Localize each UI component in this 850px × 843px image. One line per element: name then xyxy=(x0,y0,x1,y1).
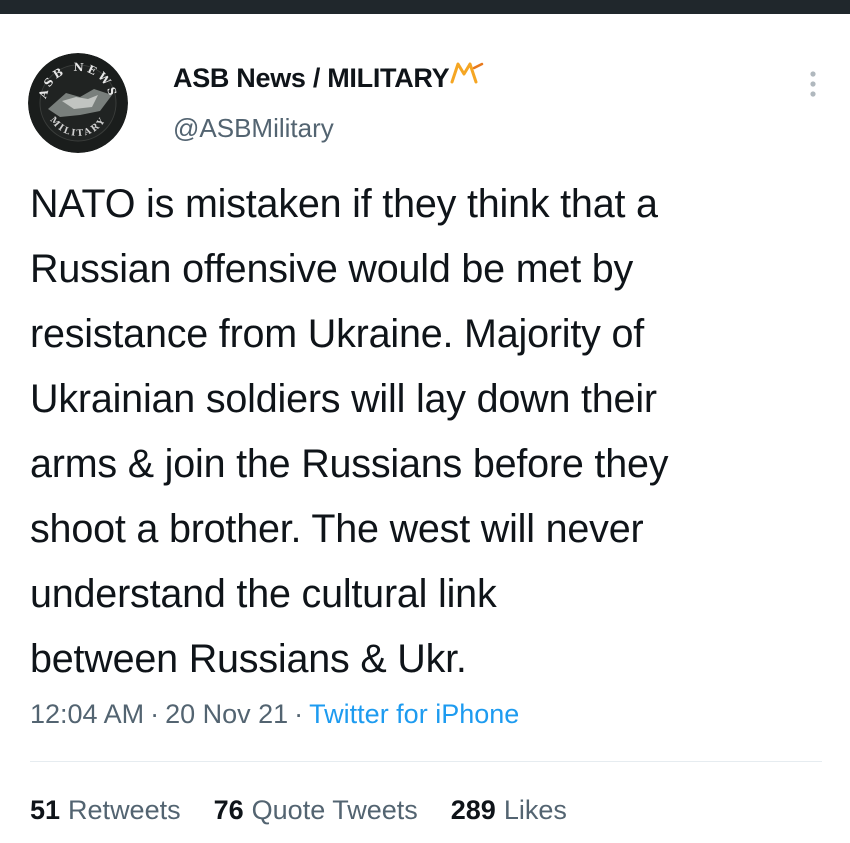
author-handle[interactable]: @ASBMilitary xyxy=(173,110,334,146)
author-name-row[interactable]: ASB News / MILITARY xyxy=(173,60,484,100)
quote-tweets-stat[interactable]: 76 Quote Tweets xyxy=(214,790,418,830)
more-vertical-icon[interactable] xyxy=(803,66,823,102)
tweet-meta: 12:04 AM · 20 Nov 21 · Twitter for iPhone xyxy=(30,694,519,734)
quote-tweets-label: Quote Tweets xyxy=(251,795,418,825)
quote-tweets-count: 76 xyxy=(213,795,244,825)
meta-separator: · xyxy=(294,699,304,729)
tweet-source[interactable]: Twitter for iPhone xyxy=(309,699,519,729)
meta-separator: · xyxy=(150,699,160,729)
retweets-label: Retweets xyxy=(68,795,181,825)
status-bar xyxy=(0,0,850,14)
tweet-date[interactable]: 20 Nov 21 xyxy=(165,699,288,729)
tweet-stats: 51 Retweets 76 Quote Tweets 289 Likes xyxy=(30,790,600,830)
author-display-name[interactable]: ASB News / MILITARY xyxy=(173,60,450,96)
likes-count: 289 xyxy=(450,795,496,825)
retweets-stat[interactable]: 51 Retweets xyxy=(30,790,181,830)
military-logo-icon xyxy=(450,62,484,84)
likes-stat[interactable]: 289 Likes xyxy=(451,790,567,830)
tweet-text: NATO is mistaken if they think that a Ru… xyxy=(30,182,669,681)
tweet-time[interactable]: 12:04 AM xyxy=(30,699,144,729)
likes-label: Likes xyxy=(503,795,567,825)
avatar[interactable]: ASB NEWS MILITARY xyxy=(28,53,128,153)
retweets-count: 51 xyxy=(30,795,61,825)
divider xyxy=(30,761,822,762)
avatar-image: ASB NEWS MILITARY xyxy=(28,53,128,153)
